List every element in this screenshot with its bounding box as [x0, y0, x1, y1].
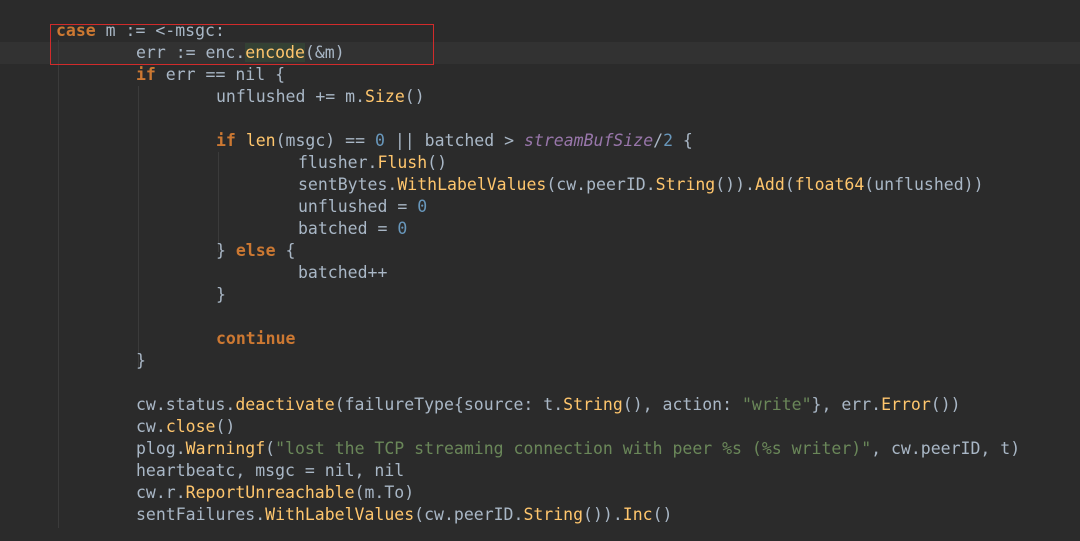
code-token: continue — [216, 329, 296, 348]
code-line[interactable]: } — [0, 350, 1020, 372]
code-token: ()). — [583, 505, 623, 524]
code-token: encode — [245, 43, 305, 62]
code-line[interactable]: cw.r.ReportUnreachable(m.To) — [0, 482, 1020, 504]
code-token: err == nil { — [155, 65, 286, 84]
code-token: close — [165, 417, 216, 436]
code-token: err := enc. — [136, 43, 246, 62]
code-token: Warningf — [185, 439, 266, 458]
code-line[interactable]: unflushed = 0 — [0, 196, 1020, 218]
code-line[interactable] — [0, 372, 1020, 394]
code-token: } — [136, 351, 146, 370]
code-token: String — [655, 175, 716, 194]
code-token: "lost the TCP streaming connection with … — [275, 439, 872, 458]
code-token: { — [275, 241, 296, 260]
code-token: WithLabelValues — [397, 175, 547, 194]
code-token: unflushed = — [298, 197, 418, 216]
code-token: batched++ — [298, 263, 388, 282]
code-token: sentBytes. — [298, 175, 398, 194]
code-token: Inc — [622, 505, 653, 524]
code-token: 0 — [397, 219, 408, 238]
code-line[interactable]: if err == nil { — [0, 64, 1020, 86]
code-token: if — [216, 131, 236, 150]
code-editor[interactable]: case m := <-msgc: err := enc.encode(&m) if… — [0, 0, 1080, 541]
code-token: (), action: — [622, 395, 742, 414]
code-token: }, err. — [811, 395, 882, 414]
code-token: float64 — [794, 175, 865, 194]
code-line[interactable]: } else { — [0, 240, 1020, 262]
code-token: (m.To) — [354, 483, 415, 502]
code-line[interactable] — [0, 108, 1020, 130]
code-token: cw. — [136, 417, 166, 436]
code-token: "write" — [742, 395, 812, 414]
code-line[interactable]: continue — [0, 328, 1020, 350]
code-line[interactable]: } — [0, 284, 1020, 306]
code-token: } — [216, 241, 236, 260]
code-line[interactable]: batched++ — [0, 262, 1020, 284]
code-token: sentFailures. — [136, 505, 266, 524]
code-token: len — [245, 131, 276, 150]
code-token: (failureType{source: t. — [334, 395, 564, 414]
code-token: streamBufSize — [523, 131, 654, 150]
code-line[interactable]: cw.close() — [0, 416, 1020, 438]
code-token: 2 — [663, 131, 673, 150]
code-token: String — [523, 505, 584, 524]
code-token: (cw.peerID. — [546, 175, 656, 194]
code-token: m := <-msgc: — [95, 21, 225, 40]
code-token: (msgc) == — [275, 131, 375, 150]
code-token: || batched > — [384, 131, 524, 150]
code-line[interactable]: cw.status.deactivate(failureType{source:… — [0, 394, 1020, 416]
code-line[interactable]: plog.Warningf("lost the TCP streaming co… — [0, 438, 1020, 460]
code-token: plog. — [136, 439, 186, 458]
code-token: () — [427, 153, 448, 172]
code-token: unflushed += m. — [216, 87, 366, 106]
code-token: if — [136, 65, 156, 84]
code-token: else — [235, 241, 276, 260]
code-token: case — [56, 21, 96, 40]
code-token: 0 — [417, 197, 428, 216]
code-token: 0 — [374, 131, 385, 150]
code-token: () — [404, 87, 425, 106]
code-token: } — [216, 285, 226, 304]
code-token: Error — [881, 395, 931, 414]
code-token: ( — [784, 175, 795, 194]
code-line[interactable]: err := enc.encode(&m) — [0, 42, 1020, 64]
code-line[interactable] — [0, 306, 1020, 328]
code-line[interactable]: case m := <-msgc: — [0, 20, 1020, 42]
code-line[interactable]: sentBytes.WithLabelValues(cw.peerID.Stri… — [0, 174, 1020, 196]
code-line[interactable]: heartbeatc, msgc = nil, nil — [0, 460, 1020, 482]
code-token: / — [653, 131, 664, 150]
code-line[interactable]: flusher.Flush() — [0, 152, 1020, 174]
code-token: { — [673, 131, 693, 150]
code-token: WithLabelValues — [265, 505, 415, 524]
code-token: , cw.peerID, t) — [871, 439, 1021, 458]
code-token: deactivate — [235, 395, 335, 414]
code-token: Size — [365, 87, 405, 106]
code-token: cw.r. — [136, 483, 186, 502]
code-token: ()) — [930, 395, 961, 414]
code-token: (&m) — [304, 43, 345, 62]
code-line[interactable]: batched = 0 — [0, 218, 1020, 240]
code-token: Add — [755, 175, 785, 194]
code-token: (unflushed)) — [864, 175, 984, 194]
code-token: Flush — [377, 153, 428, 172]
code-token: ( — [265, 439, 276, 458]
code-block[interactable]: case m := <-msgc: err := enc.encode(&m) if… — [0, 20, 1020, 526]
code-line[interactable]: sentFailures.WithLabelValues(cw.peerID.S… — [0, 504, 1020, 526]
code-token: ()). — [715, 175, 755, 194]
code-line[interactable]: if len(msgc) == 0 || batched > streamBuf… — [0, 130, 1020, 152]
code-token: String — [563, 395, 623, 414]
code-token: () — [215, 417, 236, 436]
code-line[interactable]: unflushed += m.Size() — [0, 86, 1020, 108]
code-token: flusher. — [298, 153, 378, 172]
code-token: heartbeatc, msgc = nil, nil — [136, 461, 405, 480]
code-token: () — [652, 505, 673, 524]
code-token: cw.status. — [136, 395, 236, 414]
code-token: batched = — [298, 219, 398, 238]
code-token: ReportUnreachable — [185, 483, 355, 502]
code-token: (cw.peerID. — [414, 505, 524, 524]
